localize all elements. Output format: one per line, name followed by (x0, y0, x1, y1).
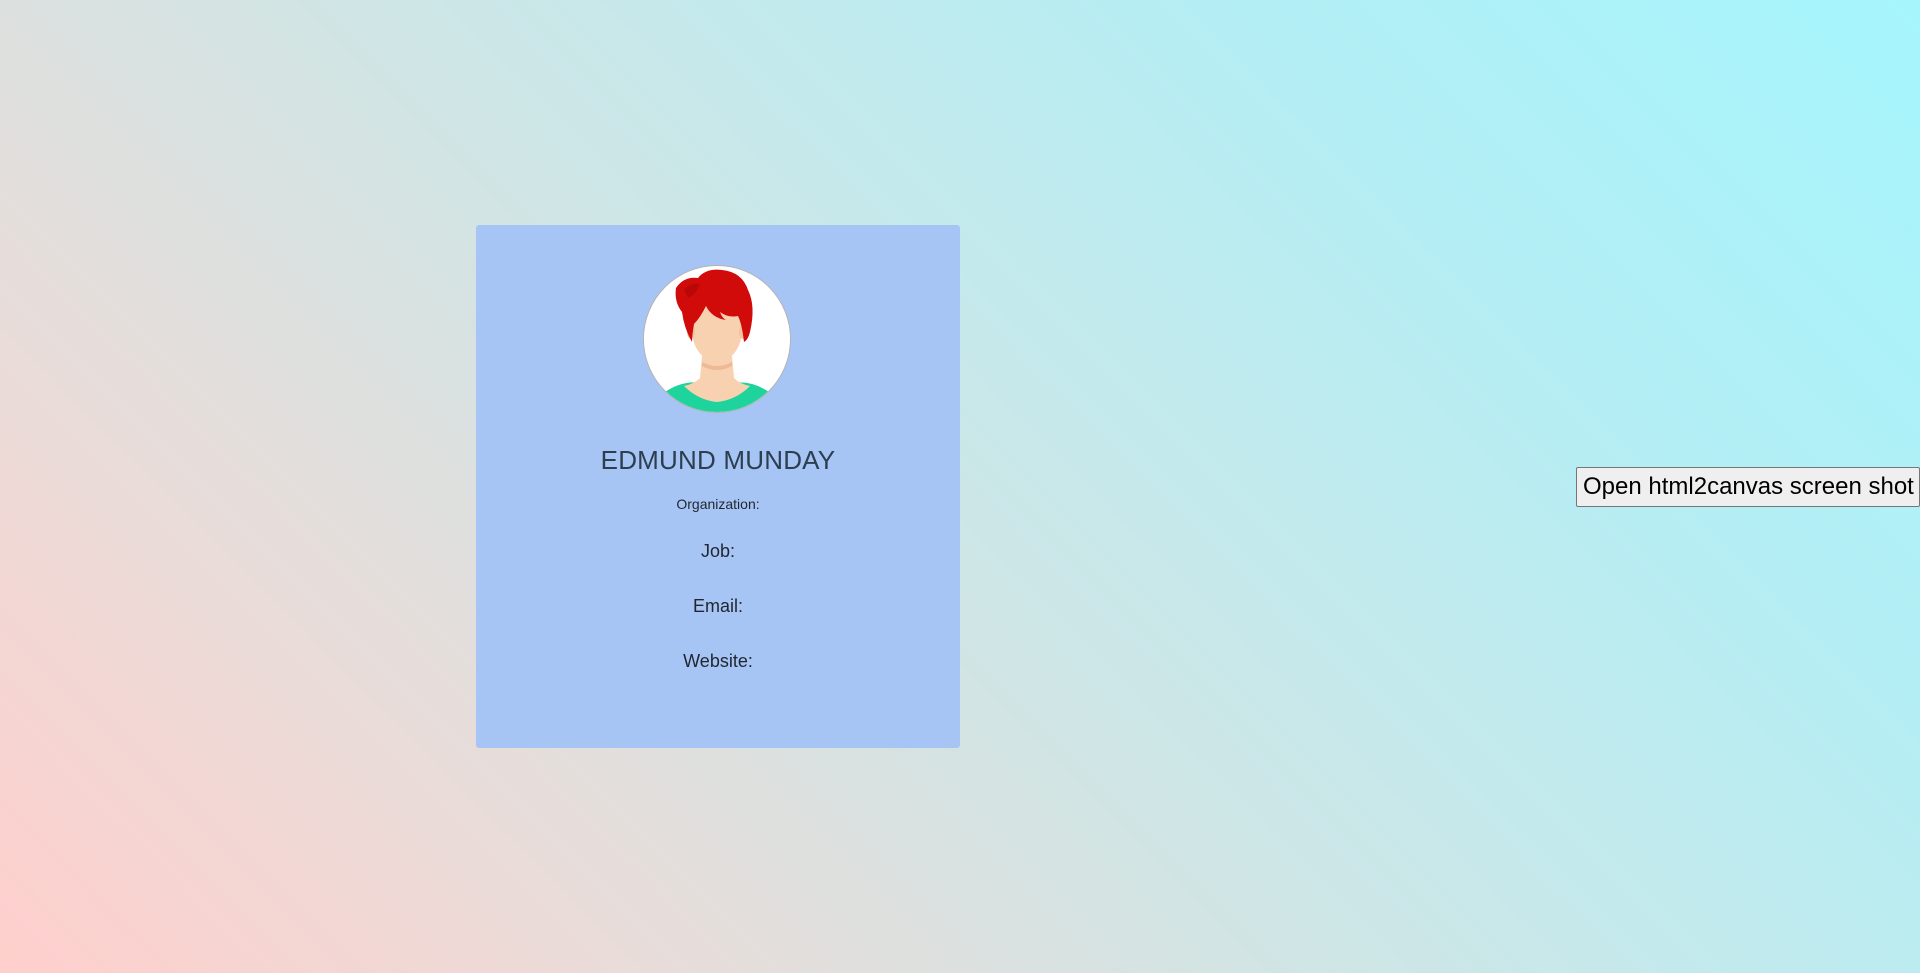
email-label: Email: (692, 596, 743, 616)
profile-name: EDMUND MUNDAY (600, 445, 836, 475)
job-label: Job: (700, 541, 736, 561)
open-screenshot-button[interactable]: Open html2canvas screen shot (1576, 467, 1920, 507)
organization-label: Organization: (676, 496, 760, 512)
female-avatar-icon (644, 266, 790, 412)
page: EDMUND MUNDAY Organization: Job: Email: … (0, 0, 1920, 973)
website-label: Website: (683, 651, 753, 671)
avatar (643, 265, 791, 413)
profile-card: EDMUND MUNDAY Organization: Job: Email: … (476, 225, 960, 748)
